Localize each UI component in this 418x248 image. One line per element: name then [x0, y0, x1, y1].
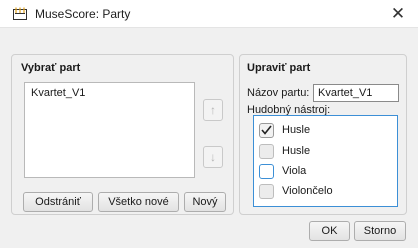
instrument-checkbox[interactable]	[259, 183, 274, 199]
musescore-app-icon	[13, 7, 27, 20]
instrument-row[interactable]: Violončelo	[259, 182, 333, 200]
arrow-up-icon: ↑	[210, 103, 216, 117]
new-button[interactable]: Nový	[184, 192, 226, 212]
close-button[interactable]: ✕	[378, 0, 418, 28]
list-item[interactable]: Kvartet_V1	[31, 87, 85, 99]
instrument-checkbox[interactable]	[259, 143, 274, 159]
parts-list[interactable]: Kvartet_V1	[24, 82, 195, 178]
instrument-row[interactable]: Viola	[259, 162, 306, 180]
part-name-input[interactable]	[313, 84, 399, 102]
instrument-list[interactable]: Husle Husle Viola Violončelo	[253, 115, 398, 207]
window-title: MuseScore: Party	[35, 7, 131, 21]
all-new-button[interactable]: Všetko nové	[98, 192, 179, 212]
instrument-row[interactable]: Husle	[259, 142, 310, 160]
title-bar: MuseScore: Party ✕	[0, 0, 418, 28]
instrument-row[interactable]: Husle	[259, 121, 310, 139]
instrument-checkbox[interactable]	[259, 163, 274, 179]
close-icon: ✕	[390, 4, 406, 23]
instrument-name: Husle	[282, 145, 311, 157]
instrument-checkbox[interactable]	[259, 122, 274, 138]
checkmark-icon	[261, 125, 272, 135]
select-part-title: Vybrať part	[21, 62, 81, 74]
edit-part-title: Upraviť part	[247, 62, 311, 74]
instrument-name: Violončelo	[282, 185, 333, 197]
cancel-button[interactable]: Storno	[354, 221, 406, 241]
instrument-name: Husle	[282, 124, 311, 136]
ok-button[interactable]: OK	[309, 221, 350, 241]
move-down-button[interactable]: ↓	[203, 146, 223, 168]
move-up-button[interactable]: ↑	[203, 99, 223, 121]
part-name-label: Názov partu:	[247, 87, 310, 99]
instrument-name: Viola	[282, 165, 307, 177]
arrow-down-icon: ↓	[210, 150, 216, 164]
remove-button[interactable]: Odstrániť	[23, 192, 93, 212]
